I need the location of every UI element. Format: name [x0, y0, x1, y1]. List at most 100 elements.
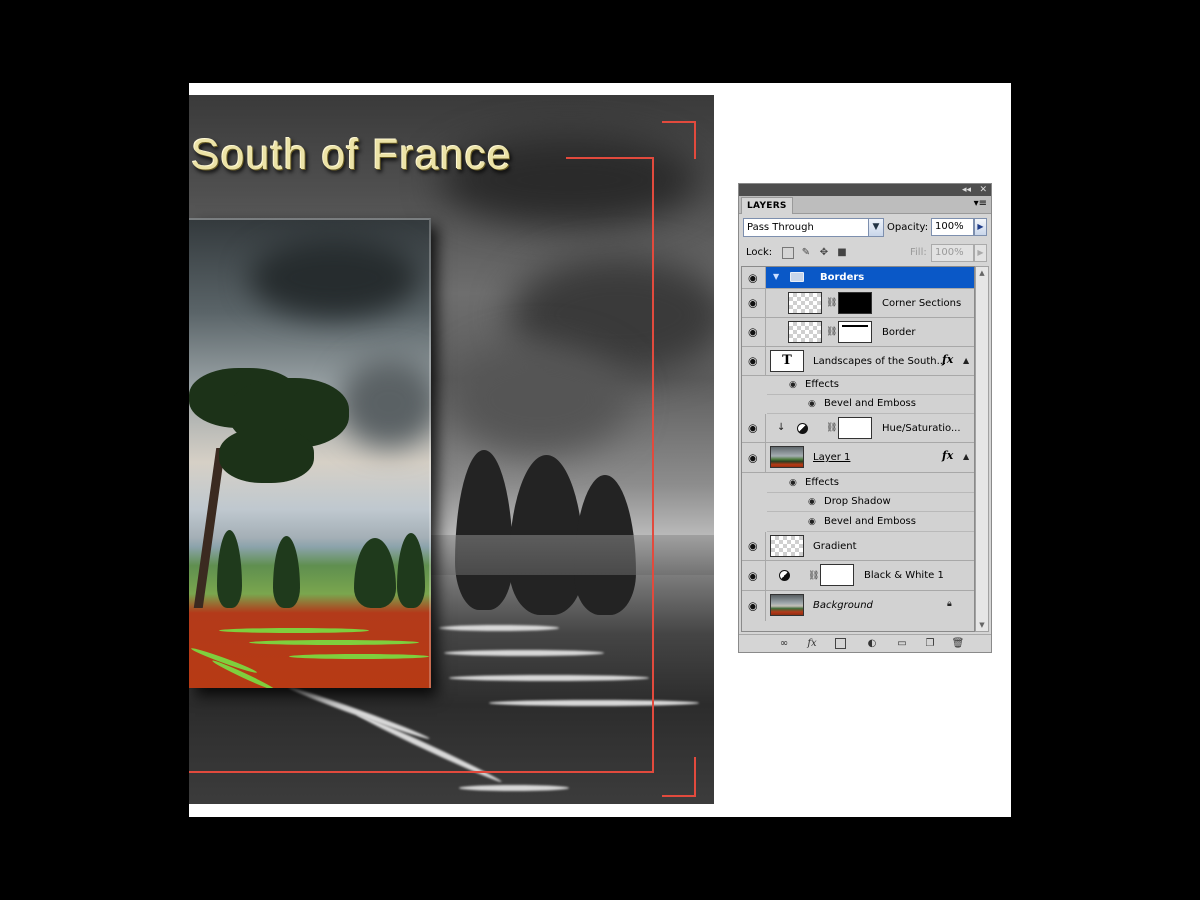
lock-fill-row: Lock: ✎ ✥ ■ Fill: 100% ▶: [743, 244, 989, 262]
visibility-eye-icon[interactable]: ◉: [742, 318, 766, 346]
corner-line: [694, 757, 696, 797]
layer-name: Corner Sections: [882, 298, 962, 309]
lock-transparency-icon[interactable]: [782, 247, 794, 259]
panel-tabbar: LAYERS ▾≡: [739, 196, 991, 214]
crop-row: [439, 625, 559, 631]
layer-name: Layer 1: [813, 452, 851, 463]
visibility-eye-icon[interactable]: ◉: [742, 347, 766, 375]
layer-thumbnail: [770, 446, 804, 468]
lock-icon: 🔒︎: [947, 599, 952, 609]
layer-name: Gradient: [813, 541, 857, 552]
effects-label: Effects: [805, 379, 839, 390]
layer-row-black-white[interactable]: ◉ ⛓ Black & White 1: [742, 561, 974, 591]
effects-row[interactable]: ◉ Effects: [767, 376, 974, 395]
visibility-eye-icon[interactable]: ◉: [742, 532, 766, 560]
panel-menu-icon[interactable]: ▾≡: [974, 198, 987, 210]
layer-name: Background: [813, 600, 873, 611]
add-style-icon[interactable]: fx: [805, 637, 819, 650]
layer-row-layer-1[interactable]: ◉ Layer 1 fx ▲: [742, 443, 974, 473]
blend-opacity-row: Pass Through ▼ Opacity: 100% ▶: [743, 218, 989, 238]
layer-thumbnail: [770, 594, 804, 616]
fill-slider-button[interactable]: ▶: [974, 244, 987, 262]
expand-triangle-icon[interactable]: ▼: [773, 272, 779, 281]
clipping-arrow-icon: ↓: [777, 422, 786, 433]
artwork-title: South of France: [191, 131, 512, 179]
layer-thumbnail: [788, 321, 822, 343]
corner-line: [662, 121, 696, 123]
scroll-down-icon[interactable]: ▼: [976, 619, 988, 631]
collapse-effects-icon[interactable]: ▲: [963, 452, 969, 461]
opacity-label: Opacity:: [887, 222, 929, 233]
lock-pixels-icon[interactable]: ✎: [800, 247, 812, 259]
layer-name: Borders: [820, 272, 865, 283]
effects-row[interactable]: ◉ Effects: [767, 473, 974, 493]
lock-label: Lock:: [746, 247, 773, 258]
layer-row-gradient[interactable]: ◉ Gradient: [742, 532, 974, 561]
layer-row-border[interactable]: ◉ ⛓ Border: [742, 318, 974, 347]
delete-icon[interactable]: 🗑︎: [951, 637, 965, 650]
new-adjustment-icon[interactable]: ◐: [865, 637, 879, 650]
collapse-icon[interactable]: ◂◂: [962, 184, 971, 196]
lock-position-icon[interactable]: ✥: [818, 247, 830, 259]
layers-panel: ◂◂ ✕ LAYERS ▾≡ Pass Through ▼ Opacity: 1…: [738, 183, 992, 653]
add-mask-icon[interactable]: [835, 638, 846, 649]
effect-row[interactable]: ◉ Bevel and Emboss: [767, 512, 974, 532]
layer-list: ◉ ▼ Borders ◉ ⛓ Corner Sections ◉ ⛓ Bord…: [741, 266, 975, 632]
effect-row[interactable]: ◉ Drop Shadow: [767, 493, 974, 512]
effects-label: Effects: [805, 477, 839, 488]
layer-row-text[interactable]: ◉ T Landscapes of the South... fx ▲: [742, 347, 974, 376]
crop-row: [449, 675, 649, 681]
new-group-icon[interactable]: ▭: [895, 637, 909, 650]
crop-row: [287, 684, 431, 742]
visibility-eye-icon[interactable]: ◉: [742, 561, 766, 590]
effect-eye-icon[interactable]: ◉: [789, 478, 797, 488]
layer-mask-thumbnail[interactable]: [838, 321, 872, 343]
layer-mask-thumbnail[interactable]: [838, 292, 872, 314]
fx-icon[interactable]: fx: [942, 449, 953, 462]
frame-line: [652, 157, 654, 773]
effect-eye-icon[interactable]: ◉: [808, 517, 816, 527]
corner-line: [662, 795, 696, 797]
blend-mode-select[interactable]: Pass Through ▼: [743, 218, 884, 237]
layer-name: Landscapes of the South...: [813, 356, 947, 367]
layer-row-corner-sections[interactable]: ◉ ⛓ Corner Sections: [742, 289, 974, 318]
new-layer-icon[interactable]: ❐: [923, 637, 937, 650]
crop-row: [444, 650, 604, 656]
mask-link-icon[interactable]: ⛓: [808, 570, 819, 582]
effect-eye-icon[interactable]: ◉: [808, 399, 816, 409]
fill-label: Fill:: [910, 247, 927, 258]
effect-name: Bevel and Emboss: [824, 516, 916, 527]
fill-field[interactable]: 100%: [931, 244, 974, 262]
opacity-field[interactable]: 100%: [931, 218, 974, 236]
visibility-eye-icon[interactable]: ◉: [742, 443, 766, 472]
collapse-effects-icon[interactable]: ▲: [963, 356, 969, 365]
effect-eye-icon[interactable]: ◉: [789, 380, 797, 390]
cloud: [449, 345, 629, 455]
visibility-eye-icon[interactable]: ◉: [742, 267, 766, 288]
chevron-down-icon[interactable]: ▼: [868, 219, 883, 236]
link-layers-icon[interactable]: ∞: [777, 637, 791, 650]
layer-mask-thumbnail[interactable]: [838, 417, 872, 439]
opacity-slider-button[interactable]: ▶: [974, 218, 987, 236]
layer-row-hue-saturation[interactable]: ◉ ↓ ⛓ Hue/Saturatio...: [742, 414, 974, 443]
fx-icon[interactable]: fx: [942, 353, 953, 366]
layer-mask-thumbnail[interactable]: [820, 564, 854, 586]
effect-eye-icon[interactable]: ◉: [808, 497, 816, 507]
panel-titlebar: ◂◂ ✕: [739, 184, 991, 196]
layer-name: Hue/Saturatio...: [882, 423, 961, 434]
scroll-up-icon[interactable]: ▲: [976, 267, 988, 279]
layer-row-background[interactable]: ◉ Background 🔒︎: [742, 591, 974, 621]
mask-link-icon[interactable]: ⛓: [826, 297, 837, 309]
lock-all-icon[interactable]: ■: [836, 247, 848, 259]
visibility-eye-icon[interactable]: ◉: [742, 591, 766, 621]
visibility-eye-icon[interactable]: ◉: [742, 289, 766, 317]
close-icon[interactable]: ✕: [979, 184, 987, 196]
artwork-canvas: South of France: [189, 95, 714, 804]
layer-list-scrollbar[interactable]: ▲ ▼: [975, 266, 989, 632]
tab-layers[interactable]: LAYERS: [741, 197, 793, 214]
visibility-eye-icon[interactable]: ◉: [742, 414, 766, 442]
layer-row-borders[interactable]: ◉ ▼ Borders: [742, 267, 974, 289]
mask-link-icon[interactable]: ⛓: [826, 422, 837, 434]
mask-link-icon[interactable]: ⛓: [826, 326, 837, 338]
effect-row[interactable]: ◉ Bevel and Emboss: [767, 395, 974, 414]
